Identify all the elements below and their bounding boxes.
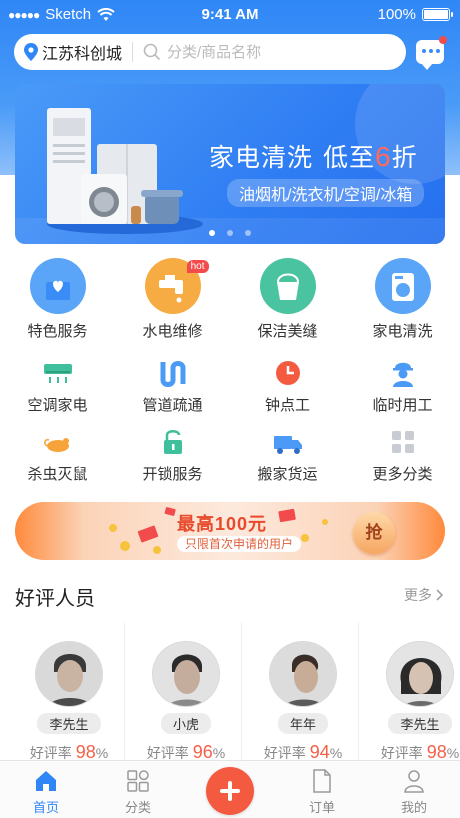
- category-pipe-unclog[interactable]: 管道疏通: [115, 350, 230, 419]
- search-input[interactable]: [167, 43, 368, 61]
- bucket-icon: [259, 258, 316, 314]
- category-moving[interactable]: 搬家货运: [230, 419, 345, 488]
- status-bar: ●●●●● Sketch 9:41 AM 100%: [0, 0, 460, 30]
- lock-icon: [163, 430, 182, 454]
- staff-name: 小虎: [160, 713, 211, 734]
- category-cleaning[interactable]: 保洁美缝: [230, 258, 345, 350]
- promo-banner[interactable]: 家电清洗 低至6折 油烟机/洗衣机/空调/冰箱: [15, 84, 445, 244]
- coupon-promo[interactable]: 最高100元 只限首次申请的用户 抢: [15, 502, 445, 560]
- chevron-right-icon: [436, 589, 444, 601]
- search-icon: [143, 43, 161, 61]
- category-temp-worker[interactable]: 临时用工: [345, 350, 460, 419]
- air-conditioner-icon: [43, 364, 72, 383]
- tab-bar: 首页 分类 订单 我的: [0, 760, 460, 818]
- staff-card[interactable]: 李先生 好评率 98%: [365, 623, 460, 763]
- tab-publish[interactable]: [184, 761, 276, 818]
- grid-icon: [391, 431, 414, 453]
- avatar: [35, 641, 103, 707]
- appliances-illustration: [47, 108, 203, 234]
- staff-name: 年年: [277, 713, 328, 734]
- banner-tag: 油烟机/洗衣机/空调/冰箱: [227, 179, 425, 207]
- order-doc-icon: [313, 769, 331, 793]
- category-row-1: 空调家电 管道疏通 钟点工 临时用工: [0, 350, 460, 419]
- hot-badge: hot: [186, 260, 209, 273]
- category-featured-service[interactable]: 特色服务: [0, 258, 115, 350]
- staff-card[interactable]: 李先生 好评率 98%: [14, 623, 124, 763]
- staff-card[interactable]: 年年 好评率 94%: [248, 623, 358, 763]
- location-pin-icon: [24, 43, 38, 61]
- category-appliance-cleaning[interactable]: 家电清洗: [345, 258, 460, 350]
- home-icon: [36, 771, 56, 791]
- tab-profile[interactable]: 我的: [368, 761, 460, 818]
- tab-category[interactable]: 分类: [92, 761, 184, 818]
- location-selector[interactable]: 江苏科创城: [14, 40, 122, 64]
- promo-subtitle: 只限首次申请的用户: [177, 536, 302, 552]
- category-plumbing-electric[interactable]: hot 水电维修: [115, 258, 230, 350]
- banner-discount-number: 6: [375, 141, 392, 172]
- message-button[interactable]: [416, 36, 447, 70]
- battery-icon: [422, 8, 453, 21]
- staff-name: 李先生: [388, 713, 452, 734]
- pager-dot[interactable]: [209, 230, 215, 236]
- category-grid-icon: [127, 770, 149, 792]
- unread-dot: [439, 36, 447, 44]
- banner-title: 家电清洗 低至6折: [209, 138, 418, 174]
- banner-title-main: 家电清洗: [209, 144, 314, 172]
- banner-pager: [15, 230, 445, 236]
- category-more[interactable]: 更多分类: [345, 419, 460, 488]
- staff-name: 李先生: [37, 713, 101, 734]
- category-pest-control[interactable]: 杀虫灭鼠: [0, 419, 115, 488]
- pager-dot[interactable]: [245, 230, 251, 236]
- featured-categories: 特色服务 hot 水电维修 保洁美缝 家电清洗: [0, 258, 460, 350]
- banner-subtitle-prefix: 低至: [323, 144, 376, 172]
- mouse-icon: [43, 438, 69, 452]
- chat-bubble-icon: [422, 49, 440, 53]
- category-row-2: 杀虫灭鼠 开锁服务 搬家货运 更多分类: [0, 419, 460, 488]
- faucet-icon: hot: [144, 258, 209, 314]
- grab-button[interactable]: 抢: [353, 512, 395, 554]
- category-unlock[interactable]: 开锁服务: [115, 419, 230, 488]
- avatar: [269, 641, 337, 707]
- banner-discount-suffix: 折: [391, 144, 418, 172]
- plus-icon: [206, 767, 254, 815]
- avatar: [152, 641, 220, 707]
- category-hourly-worker[interactable]: 钟点工: [230, 350, 345, 419]
- more-link[interactable]: 更多: [404, 585, 444, 605]
- clock-icon: [275, 361, 300, 385]
- user-icon: [404, 770, 424, 793]
- heart-box-icon: [29, 258, 86, 314]
- promo-title: 最高100元: [177, 514, 268, 534]
- pipe-icon: [160, 361, 185, 387]
- app-screen: ●●●●● Sketch 9:41 AM 100% 江苏科创城 分类/商品名称 …: [0, 0, 460, 818]
- category-air-conditioner[interactable]: 空调家电: [0, 350, 115, 419]
- battery-percent: 100%: [377, 6, 416, 23]
- truck-icon: [273, 436, 302, 454]
- search-divider: [132, 42, 134, 62]
- washing-machine-icon: [374, 258, 431, 314]
- pager-dot[interactable]: [227, 230, 233, 236]
- location-label: 江苏科创城: [42, 46, 123, 63]
- staff-carousel[interactable]: 李先生 好评率 98% 小虎 好评率 96% 年年 好评率 94% 李先生 好评…: [0, 623, 460, 763]
- tab-orders[interactable]: 订单: [276, 761, 368, 818]
- section-title: 好评人员: [15, 588, 95, 610]
- tab-home[interactable]: 首页: [0, 761, 92, 818]
- category-grid: 特色服务 hot 水电维修 保洁美缝 家电清洗 空调家电 管道疏通 钟点工 临时…: [0, 258, 460, 488]
- staff-card[interactable]: 小虎 好评率 96%: [131, 623, 241, 763]
- avatar: [386, 641, 454, 707]
- worker-icon: [392, 362, 413, 387]
- search-bar: 江苏科创城: [14, 34, 406, 70]
